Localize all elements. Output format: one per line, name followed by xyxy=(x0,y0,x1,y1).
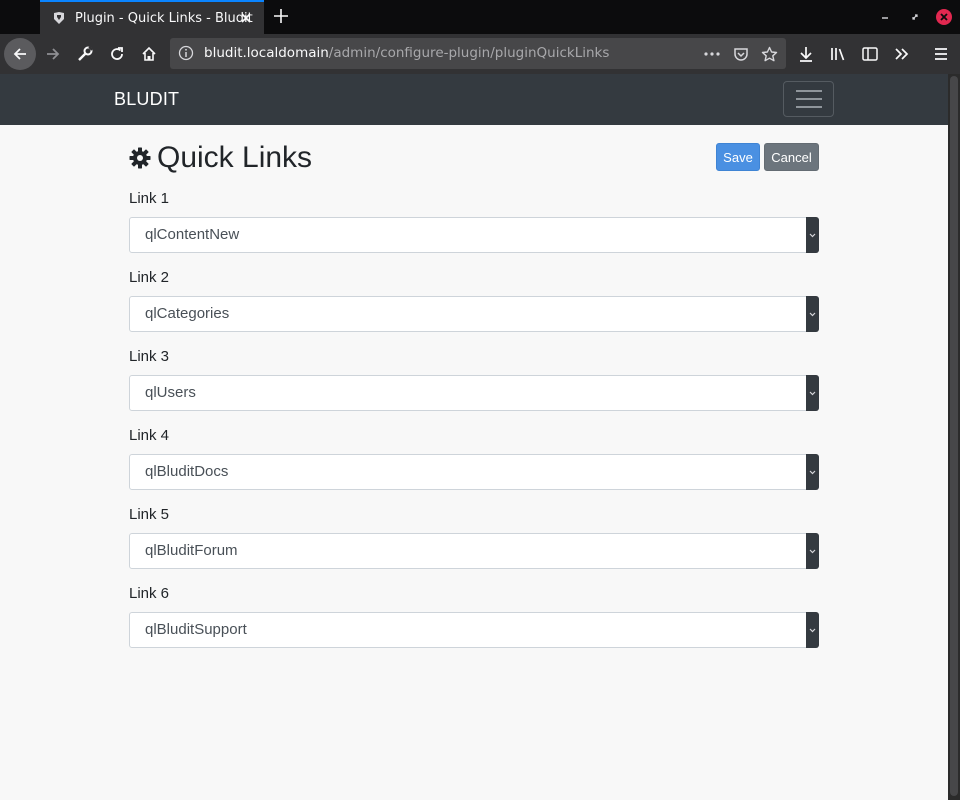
link-2-select[interactable]: qlCategories xyxy=(129,296,819,332)
url-bar[interactable]: bludit.localdomain/admin/configure-plugi… xyxy=(170,38,786,69)
link-4-label: Link 4 xyxy=(129,427,170,444)
sidebar-icon[interactable] xyxy=(859,43,881,65)
chevron-down-icon xyxy=(806,454,819,490)
chevron-down-icon xyxy=(806,612,819,648)
browser-tab-bar: Plugin - Quick Links - Bludit xyxy=(0,0,960,34)
bludit-favicon-icon xyxy=(52,11,66,25)
site-navbar: BLUDIT xyxy=(0,74,948,125)
window-close-icon[interactable] xyxy=(935,8,953,26)
link-4-select[interactable]: qlBluditDocs xyxy=(129,454,819,490)
link-1-label: Link 1 xyxy=(129,190,170,207)
home-icon[interactable] xyxy=(133,38,165,70)
link-2-value: qlCategories xyxy=(145,305,230,322)
site-brand[interactable]: BLUDIT xyxy=(114,89,179,110)
link-6-value: qlBluditSupport xyxy=(145,621,247,638)
back-arrow-icon[interactable] xyxy=(4,38,36,70)
link-3-value: qlUsers xyxy=(145,384,196,401)
new-tab-icon[interactable] xyxy=(270,5,292,27)
tab-close-icon[interactable] xyxy=(236,8,256,28)
link-3-select[interactable]: qlUsers xyxy=(129,375,819,411)
link-5-value: qlBluditForum xyxy=(145,542,238,559)
link-6-label: Link 6 xyxy=(129,585,170,602)
page-title: Quick Links xyxy=(157,141,313,174)
bookmark-star-icon[interactable] xyxy=(759,44,779,64)
overflow-icon[interactable] xyxy=(891,43,913,65)
hamburger-icon xyxy=(795,90,822,108)
url-text: bludit.localdomain/admin/configure-plugi… xyxy=(204,45,609,61)
wrench-icon[interactable] xyxy=(69,38,101,70)
page-heading: Quick Links xyxy=(129,138,312,178)
save-button[interactable]: Save xyxy=(716,143,760,171)
page-viewport: BLUDIT Quick Links Save Cancel Link 1 ql… xyxy=(0,74,948,800)
browser-nav-bar: bludit.localdomain/admin/configure-plugi… xyxy=(0,34,960,74)
url-path: /admin/configure-plugin/pluginQuickLinks xyxy=(328,45,610,61)
chevron-down-icon xyxy=(806,296,819,332)
chevron-down-icon xyxy=(806,375,819,411)
tab-title: Plugin - Quick Links - Bludit xyxy=(75,10,253,26)
restore-icon[interactable] xyxy=(906,8,924,26)
link-3-label: Link 3 xyxy=(129,348,170,365)
library-icon[interactable] xyxy=(827,43,849,65)
link-5-select[interactable]: qlBluditForum xyxy=(129,533,819,569)
forward-arrow-icon[interactable] xyxy=(37,38,69,70)
download-icon[interactable] xyxy=(795,43,817,65)
chevron-down-icon xyxy=(806,533,819,569)
hamburger-menu-icon[interactable] xyxy=(930,43,952,65)
reload-icon[interactable] xyxy=(101,38,133,70)
browser-tab-active[interactable]: Plugin - Quick Links - Bludit xyxy=(40,0,264,34)
scrollbar-thumb[interactable] xyxy=(950,76,958,796)
chevron-down-icon xyxy=(806,217,819,253)
link-1-value: qlContentNew xyxy=(145,226,240,243)
minimize-icon[interactable] xyxy=(876,8,894,26)
link-2-label: Link 2 xyxy=(129,269,170,286)
link-4-value: qlBluditDocs xyxy=(145,463,229,480)
link-5-label: Link 5 xyxy=(129,506,170,523)
cancel-button[interactable]: Cancel xyxy=(764,143,819,171)
link-1-select[interactable]: qlContentNew xyxy=(129,217,819,253)
gear-icon xyxy=(129,147,151,169)
link-6-select[interactable]: qlBluditSupport xyxy=(129,612,819,648)
page-scrollbar[interactable] xyxy=(948,74,960,800)
navbar-toggler-button[interactable] xyxy=(783,81,834,117)
more-actions-icon[interactable] xyxy=(702,44,722,64)
url-host: bludit.localdomain xyxy=(204,45,329,61)
info-icon[interactable] xyxy=(178,45,194,61)
pocket-icon[interactable] xyxy=(731,44,751,64)
